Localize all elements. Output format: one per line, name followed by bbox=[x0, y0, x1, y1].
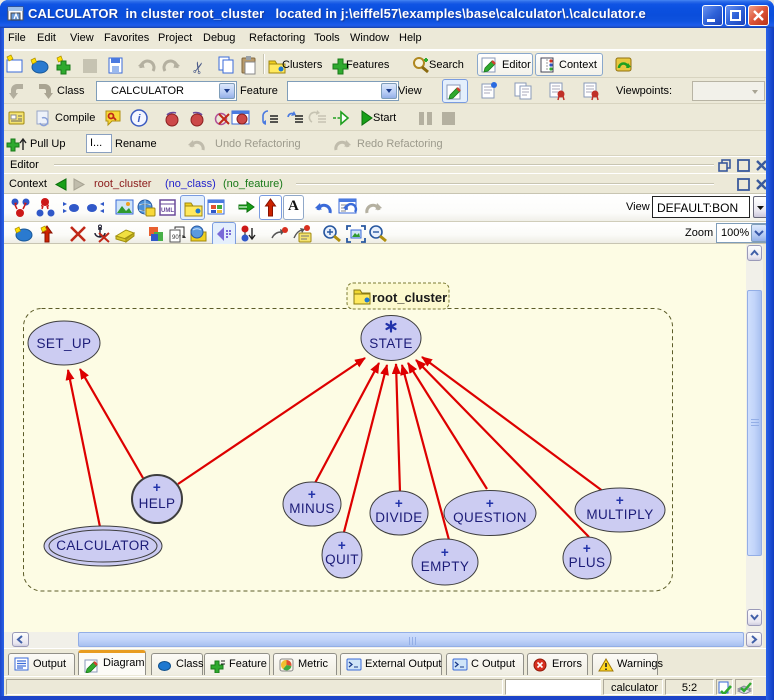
svg-text:MULTIPLY: MULTIPLY bbox=[586, 507, 653, 522]
svg-text:+: + bbox=[486, 496, 494, 511]
svg-text:+: + bbox=[153, 480, 161, 495]
svg-text:DIVIDE: DIVIDE bbox=[375, 510, 422, 525]
svg-text:+: + bbox=[616, 493, 624, 508]
svg-text:+: + bbox=[395, 496, 403, 511]
svg-text:UML: UML bbox=[161, 208, 174, 214]
svg-text:+: + bbox=[308, 487, 316, 502]
svg-text:STATE: STATE bbox=[369, 336, 413, 351]
svg-text:CALCULATOR: CALCULATOR bbox=[56, 538, 150, 553]
svg-text:+: + bbox=[441, 545, 449, 560]
svg-text:MINUS: MINUS bbox=[289, 501, 335, 516]
svg-text:QUIT: QUIT bbox=[325, 552, 359, 567]
svg-text:QUESTION: QUESTION bbox=[453, 510, 527, 525]
svg-text:PLUS: PLUS bbox=[569, 555, 606, 570]
svg-text:EMPTY: EMPTY bbox=[421, 559, 470, 574]
svg-text:root_cluster: root_cluster bbox=[372, 290, 447, 305]
svg-text:90°: 90° bbox=[172, 235, 182, 241]
svg-text:+: + bbox=[583, 541, 591, 556]
svg-text:HELP: HELP bbox=[139, 496, 176, 511]
svg-text:+: + bbox=[338, 538, 346, 553]
svg-text:SET_UP: SET_UP bbox=[37, 336, 92, 351]
